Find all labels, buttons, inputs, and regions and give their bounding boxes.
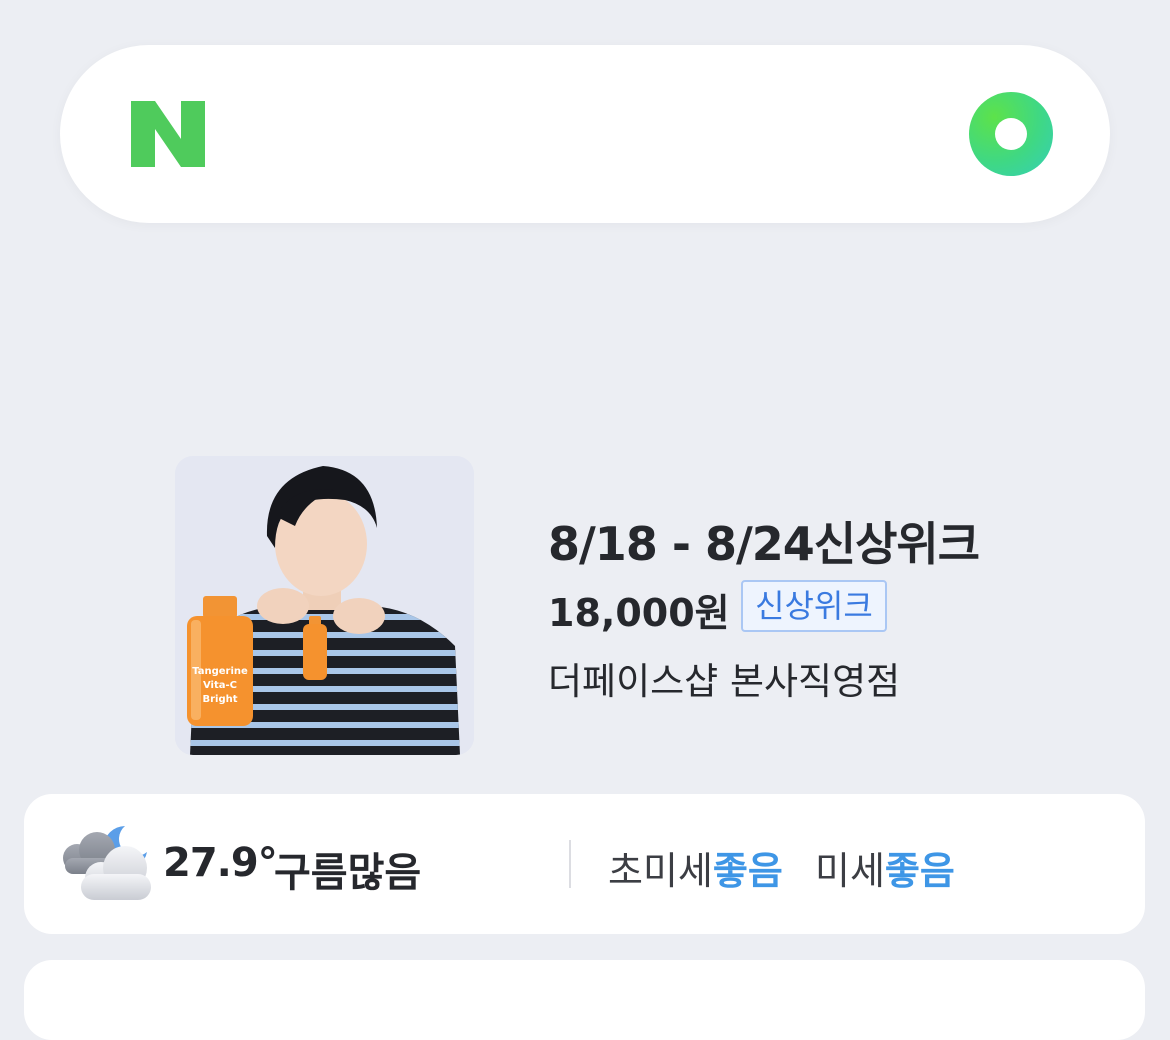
green-dot-icon[interactable] [969,92,1053,176]
bottle-text-2: Vita-C [203,680,237,691]
weather-card[interactable]: 27.9° 구름많음 초미세좋음 미세좋음 [24,794,1145,934]
weather-condition: 구름많음 [274,850,422,896]
ultrafine-label: 초미세 [608,849,713,893]
temperature: 27.9° [163,840,278,886]
bottle-text-1: Tangerine [192,666,248,677]
ultrafine-dust: 초미세좋음 [608,840,783,895]
fine-value: 좋음 [884,849,955,893]
promo-card[interactable]: Tangerine Vita-C Bright 8/18 - 8/24신상위크 … [175,456,1025,756]
ultrafine-value: 좋음 [712,849,783,893]
promo-image[interactable]: Tangerine Vita-C Bright [175,456,474,755]
model-with-product-image: Tangerine Vita-C Bright [175,456,474,755]
divider [569,840,571,888]
promo-title[interactable]: 8/18 - 8/24신상위크 [548,508,980,574]
promo-price: 18,000원 [548,591,730,635]
next-card[interactable] [24,960,1145,1040]
search-bar[interactable] [60,45,1110,223]
partly-cloudy-night-icon [63,826,151,900]
promo-store: 더페이스샵 본사직영점 [548,660,901,703]
naver-n-logo[interactable] [131,101,205,167]
bottle-text-3: Bright [202,694,237,705]
fine-label: 미세 [815,849,885,893]
promo-badge: 신상위크 [741,580,887,632]
fine-dust: 미세좋음 [815,840,955,895]
